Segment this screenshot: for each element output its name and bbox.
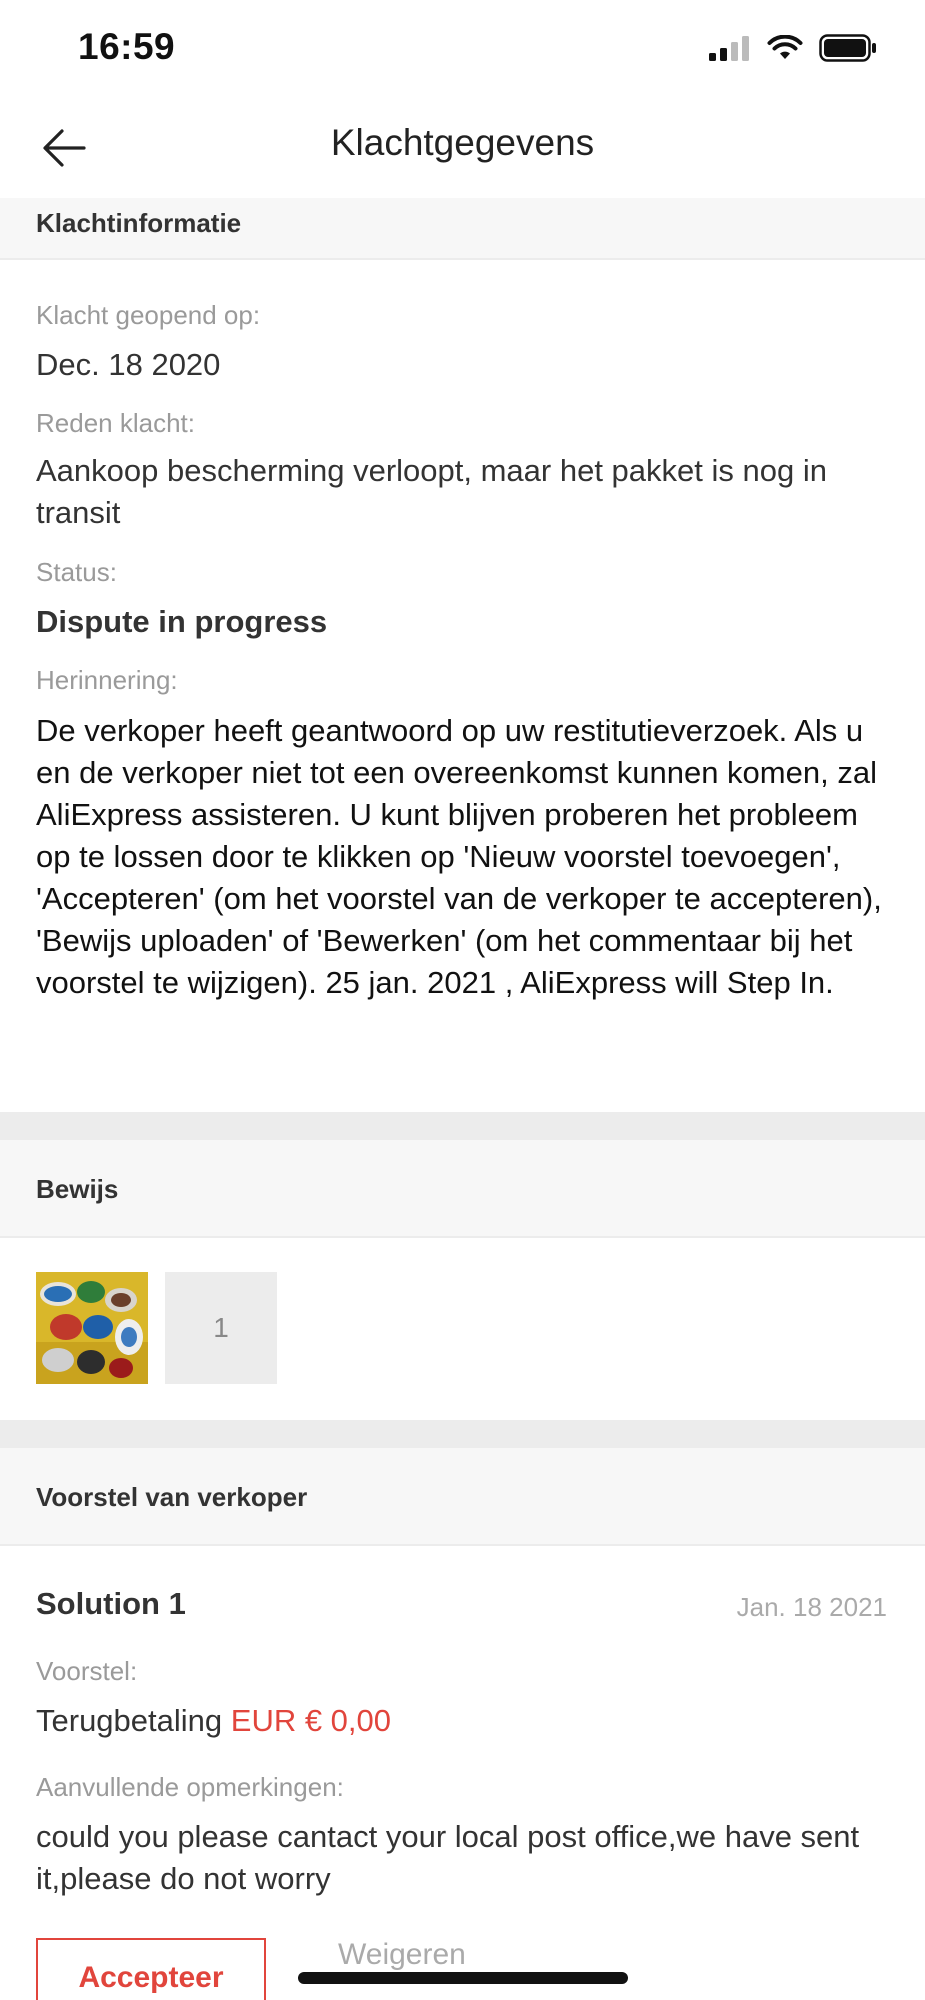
complaint-details-screen: 16:59 Klachtgegevens Klachtinformatie Kl… — [0, 0, 925, 2000]
status-icons — [709, 34, 877, 62]
proposal-label: Voorstel: — [36, 1656, 138, 1686]
accept-button[interactable]: Accepteer — [36, 1938, 266, 2000]
remarks-value: could you please cantact your local post… — [36, 1819, 860, 1896]
battery-icon — [819, 34, 876, 62]
remarks-label: Aanvullende opmerkingen: — [36, 1772, 344, 1802]
home-indicator — [298, 1972, 628, 1984]
status-value: Dispute in progress — [36, 604, 328, 639]
opened-value: Dec. 18 2020 — [36, 347, 221, 382]
reason-label: Reden klacht: — [36, 408, 195, 438]
status-label: Status: — [36, 557, 117, 587]
reminder-text: De verkoper heeft geantwoord op uw resti… — [36, 713, 882, 1000]
signal-icon — [709, 36, 749, 61]
reminder-label: Herinnering: — [36, 665, 178, 695]
seller-proposal-header: Voorstel van verkoper — [0, 1448, 925, 1546]
complaint-info-header: Klachtinformatie — [0, 198, 925, 260]
page-title: Klachtgegevens — [330, 122, 595, 163]
evidence-title: Bewijs — [36, 1174, 119, 1204]
evidence-more-count[interactable]: 1 — [165, 1272, 277, 1384]
section-divider — [0, 1112, 925, 1140]
complaint-info-title: Klachtinformatie — [36, 208, 242, 238]
opened-label: Klacht geopend op: — [36, 300, 261, 330]
evidence-photo[interactable] — [36, 1272, 148, 1384]
solution-date: Jan. 18 2021 — [736, 1592, 887, 1622]
status-bar: 16:59 — [0, 0, 925, 100]
solution-title: Solution 1 — [36, 1586, 186, 1621]
proposal-amount: EUR € 0,00 — [230, 1703, 392, 1738]
evidence-header: Bewijs — [0, 1140, 925, 1238]
section-divider — [0, 1420, 925, 1448]
proposal-value: Terugbetaling EUR € 0,00 — [36, 1700, 889, 1742]
proposal-type: Terugbetaling — [36, 1703, 223, 1738]
status-time: 16:59 — [78, 26, 176, 67]
navigation-bar: Klachtgegevens — [0, 100, 925, 198]
seller-proposal-title: Voorstel van verkoper — [36, 1482, 308, 1512]
reason-value: Aankoop bescherming verloopt, maar het p… — [36, 453, 827, 530]
wifi-icon — [767, 35, 803, 59]
